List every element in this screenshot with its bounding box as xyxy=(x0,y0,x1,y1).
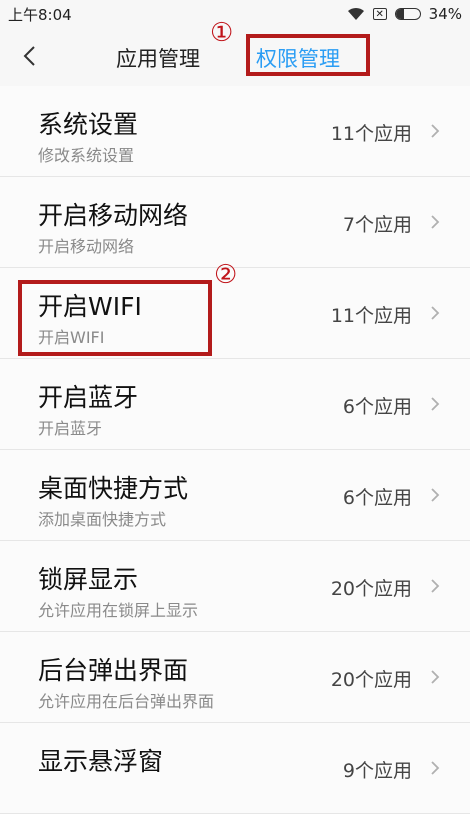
wifi-icon xyxy=(347,7,364,20)
permission-row[interactable]: 后台弹出界面允许应用在后台弹出界面 20个应用 xyxy=(0,632,470,723)
chevron-right-icon xyxy=(431,670,440,684)
permission-app-count: 11个应用 xyxy=(330,123,412,145)
chevron-right-icon xyxy=(431,306,440,320)
permission-app-count: 7个应用 xyxy=(342,214,412,236)
tab-app-management[interactable]: 应用管理 xyxy=(116,43,200,73)
permission-subtitle: 允许应用在后台弹出界面 xyxy=(38,692,215,711)
permission-row[interactable]: 锁屏显示允许应用在锁屏上显示 20个应用 xyxy=(0,541,470,632)
battery-text: 34% xyxy=(428,5,462,23)
permission-title: 桌面快捷方式 xyxy=(38,474,189,503)
chevron-right-icon xyxy=(431,488,440,502)
permission-title: 后台弹出界面 xyxy=(38,656,189,685)
permission-app-count: 9个应用 xyxy=(342,760,412,782)
battery-fill xyxy=(395,9,404,19)
permission-app-count: 20个应用 xyxy=(330,578,412,600)
permission-subtitle: 添加桌面快捷方式 xyxy=(38,510,167,529)
permission-app-count: 6个应用 xyxy=(342,487,412,509)
permission-subtitle: 开启移动网络 xyxy=(38,237,135,256)
chevron-right-icon xyxy=(431,761,440,775)
chevron-right-icon xyxy=(431,579,440,593)
highlight-box-wifi xyxy=(18,280,212,356)
permission-row[interactable]: 开启移动网络 开启移动网络 7个应用 xyxy=(0,177,470,268)
permission-app-count: 6个应用 xyxy=(342,396,412,418)
chevron-right-icon xyxy=(431,397,440,411)
permission-title: 开启移动网络 xyxy=(38,201,189,230)
highlight-box-tab xyxy=(246,34,370,76)
permission-row[interactable]: 桌面快捷方式添加桌面快捷方式 6个应用 xyxy=(0,450,470,541)
permission-row[interactable]: 显示悬浮窗 9个应用 xyxy=(0,723,470,814)
status-time: 上午8:04 xyxy=(8,5,72,24)
status-bar: 上午8:04 ✕ 34% xyxy=(0,0,470,28)
back-icon[interactable] xyxy=(16,42,44,70)
permission-subtitle: 开启蓝牙 xyxy=(38,419,103,438)
permission-list: 系统设置 修改系统设置 11个应用 开启移动网络 开启移动网络 7个应用 开启WIFI 开启W… xyxy=(0,86,470,814)
nav-bar: 应用管理 权限管理 xyxy=(0,28,470,86)
permission-app-count: 20个应用 xyxy=(330,669,412,691)
permission-subtitle: 允许应用在锁屏上显示 xyxy=(38,601,199,620)
status-icons: ✕ 34% xyxy=(347,5,462,23)
permission-title: 锁屏显示 xyxy=(38,565,139,594)
permission-subtitle: 修改系统设置 xyxy=(38,146,135,165)
permission-title: 系统设置 xyxy=(38,110,139,139)
annotation-marker-1: ① xyxy=(210,18,234,48)
permission-title: 显示悬浮窗 xyxy=(38,747,164,776)
annotation-marker-2: ② xyxy=(214,260,238,290)
permission-row[interactable]: 系统设置修改系统设置 11个应用 xyxy=(0,86,470,177)
permission-title: 开启蓝牙 xyxy=(38,383,139,412)
chevron-right-icon xyxy=(431,124,440,138)
chevron-right-icon xyxy=(431,215,440,229)
sim-icon: ✕ xyxy=(372,8,387,20)
battery-icon xyxy=(394,8,421,20)
permission-row[interactable]: 开启蓝牙 开启蓝牙 6个应用 xyxy=(0,359,470,450)
permission-app-count: 11个应用 xyxy=(330,305,412,327)
